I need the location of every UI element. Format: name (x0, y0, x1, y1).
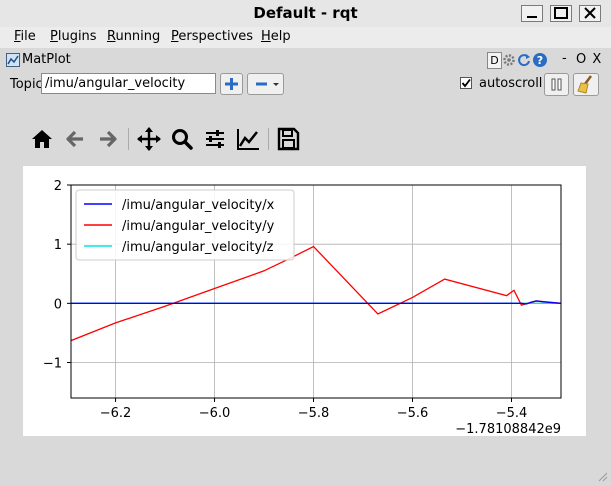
series-line-y (71, 245, 561, 342)
reload-icon[interactable] (517, 53, 531, 67)
add-topic-button[interactable] (220, 73, 243, 95)
maximize-window-button[interactable] (550, 5, 572, 22)
dock-d-button[interactable]: D (487, 52, 502, 69)
menu-file[interactable]: File (14, 29, 36, 44)
plus-icon (225, 78, 238, 90)
autoscroll-checkbox[interactable] (460, 77, 472, 89)
autoscroll-label: autoscroll (479, 76, 543, 91)
series-line-x (71, 300, 561, 305)
matplot-icon (6, 53, 20, 67)
window-title: Default - rqt (253, 4, 358, 22)
plugin-minimize-button[interactable]: - (562, 51, 567, 66)
menu-help[interactable]: Help (261, 29, 291, 44)
resize-grip[interactable] (598, 471, 608, 482)
menu-plugins[interactable]: Plugins (50, 29, 97, 44)
minimize-window-button[interactable] (521, 5, 543, 22)
plugin-header: MatPlot D ? - O X (0, 50, 611, 70)
forward-arrow-icon[interactable] (96, 127, 120, 151)
x-tick-label: −6.0 (199, 406, 231, 421)
plot-canvas[interactable]: −6.2 −6.0 −5.8 −5.6 −5.4 2 1 0 −1 /imu/angular_v… (23, 166, 586, 437)
y-tick-label: 1 (54, 238, 62, 253)
topic-label: Topic (10, 77, 43, 92)
help-icon[interactable]: ? (532, 52, 548, 68)
x-tick-label: −6.2 (100, 406, 132, 421)
toolbar-separator (128, 128, 129, 150)
menu-perspectives[interactable]: Perspectives (171, 29, 253, 44)
minus-icon (256, 82, 279, 86)
legend-entry: /imu/angular_velocity/x (122, 198, 275, 213)
legend-entry: /imu/angular_velocity/y (122, 219, 275, 234)
y-tick-label: −1 (43, 357, 62, 372)
y-tick-label: 2 (54, 179, 62, 194)
topic-row: Topic autoscroll (0, 70, 611, 98)
broom-icon (577, 75, 592, 94)
x-tick-label: −5.6 (397, 406, 429, 421)
svg-text:?: ? (537, 54, 543, 67)
home-icon[interactable] (30, 127, 54, 151)
topic-input[interactable] (41, 73, 216, 94)
menu-bar: File Plugins Running Perspectives Help (0, 27, 611, 48)
chevron-down-icon (273, 83, 279, 86)
plugin-close-button[interactable]: O X (576, 52, 602, 67)
legend-entry: /imu/angular_velocity/z (122, 240, 274, 255)
close-window-button[interactable] (579, 5, 601, 22)
zoom-icon[interactable] (170, 127, 194, 151)
pan-icon[interactable] (137, 127, 161, 151)
gear-icon[interactable] (502, 53, 516, 67)
y-tick-label: 0 (54, 297, 62, 312)
plot-figure: −6.2 −6.0 −5.8 −5.6 −5.4 2 1 0 −1 /imu/angular_v… (23, 166, 586, 437)
remove-topic-button[interactable] (247, 73, 284, 95)
menu-running[interactable]: Running (107, 29, 160, 44)
x-tick-label: −5.4 (496, 406, 528, 421)
pause-button[interactable] (544, 73, 569, 96)
x-tick-label: −5.8 (298, 406, 330, 421)
plugin-title: MatPlot (22, 52, 71, 67)
checkmark-icon (461, 78, 471, 88)
x-offset-label: −1.78108842e9 (455, 422, 561, 436)
back-arrow-icon[interactable] (63, 127, 87, 151)
edit-axis-icon[interactable] (236, 127, 260, 151)
toolbar-separator (268, 128, 269, 150)
pause-icon (551, 78, 562, 91)
save-icon[interactable] (276, 127, 300, 151)
configure-subplots-icon[interactable] (203, 127, 227, 151)
window-titlebar: Default - rqt (0, 0, 611, 28)
clear-button[interactable] (573, 73, 599, 96)
